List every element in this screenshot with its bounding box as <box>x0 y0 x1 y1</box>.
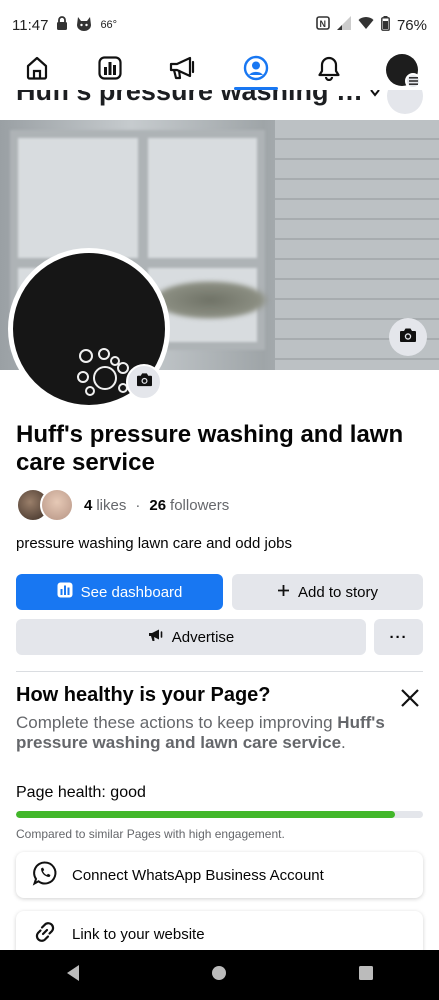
whatsapp-icon <box>32 860 58 890</box>
health-desc-prefix: Complete these actions to keep improving <box>16 713 338 732</box>
bubble-shape <box>117 362 129 374</box>
top-nav <box>0 50 439 90</box>
close-icon <box>401 688 419 712</box>
home-button-icon[interactable] <box>211 965 227 986</box>
followers-label[interactable]: followers <box>170 497 229 514</box>
battery-icon <box>381 15 390 35</box>
cat-icon <box>76 16 92 35</box>
bubble-shape <box>93 366 117 390</box>
health-desc-suffix: . <box>341 733 346 752</box>
edit-cover-button[interactable] <box>389 318 427 356</box>
bubble-shape <box>79 349 93 363</box>
back-icon[interactable] <box>65 964 81 987</box>
insights-icon <box>97 55 123 86</box>
status-bar: 11:47 66° N 76% <box>0 0 439 50</box>
avatar <box>386 54 422 89</box>
page-title: Huff's pressure washing and lawn care se… <box>16 421 404 476</box>
nav-home[interactable] <box>9 50 65 90</box>
wifi-icon <box>358 16 374 34</box>
health-description: Complete these actions to keep improving… <box>16 713 416 753</box>
battery-percent: 76% <box>396 16 427 34</box>
advertise-button[interactable]: Advertise <box>16 619 366 655</box>
link-website-label: Link to your website <box>72 925 205 943</box>
sticky-avatar[interactable] <box>387 90 423 114</box>
add-to-story-button[interactable]: Add to story <box>232 574 423 610</box>
status-left: 11:47 66° <box>12 16 117 35</box>
health-progress-fill <box>16 811 395 818</box>
bubble-shape <box>85 386 95 396</box>
menu-icon <box>405 73 422 89</box>
camera-icon <box>399 327 417 348</box>
plus-icon <box>277 584 290 601</box>
bubble-shape <box>98 348 110 360</box>
see-dashboard-button[interactable]: See dashboard <box>16 574 223 610</box>
nav-ads[interactable] <box>155 50 211 90</box>
profile-icon <box>243 55 269 86</box>
nav-notifications[interactable] <box>301 50 357 90</box>
more-icon: ··· <box>389 628 408 646</box>
camera-icon <box>136 372 153 392</box>
status-temperature: 66° <box>100 19 118 31</box>
page-bio: pressure washing lawn care and odd jobs <box>16 535 292 552</box>
see-dashboard-label: See dashboard <box>80 583 183 601</box>
status-time: 11:47 <box>12 16 49 34</box>
home-icon <box>24 55 50 86</box>
likes-label[interactable]: likes <box>96 497 126 514</box>
lock-icon <box>56 16 68 34</box>
link-icon <box>32 919 58 949</box>
health-progress-bar <box>16 811 423 818</box>
connect-whatsapp-card[interactable]: Connect WhatsApp Business Account <box>16 852 423 898</box>
megaphone-icon <box>148 628 164 646</box>
liker-avatars[interactable] <box>16 488 74 522</box>
advertise-label: Advertise <box>171 628 235 646</box>
bubble-shape <box>77 371 89 383</box>
divider <box>16 671 423 672</box>
system-nav-bar <box>0 950 439 1000</box>
chevron-down-icon[interactable] <box>370 90 380 102</box>
close-button[interactable] <box>398 688 422 712</box>
health-status: Page health: good <box>16 784 146 801</box>
dashboard-icon <box>57 582 73 602</box>
signal-icon <box>336 16 351 34</box>
sticky-header: Huff's pressure washing an... <box>0 90 439 120</box>
connect-whatsapp-label: Connect WhatsApp Business Account <box>72 866 324 884</box>
sticky-page-title: Huff's pressure washing an... <box>16 90 376 106</box>
followers-count[interactable]: 26 <box>149 497 166 514</box>
status-right: N 76% <box>316 15 427 35</box>
recents-icon[interactable] <box>358 965 374 986</box>
add-to-story-label: Add to story <box>297 583 379 601</box>
nav-menu[interactable] <box>374 50 430 90</box>
more-options-button[interactable]: ··· <box>374 619 423 655</box>
nav-profile[interactable] <box>228 50 284 90</box>
likes-count[interactable]: 4 <box>84 497 92 514</box>
svg-text:N: N <box>319 19 326 29</box>
edit-profile-picture-button[interactable] <box>126 364 162 400</box>
nfc-icon: N <box>316 16 330 34</box>
health-title: How healthy is your Page? <box>16 684 271 706</box>
avatar <box>40 488 74 522</box>
megaphone-icon <box>168 55 198 86</box>
health-compare-text: Compared to similar Pages with high enga… <box>16 827 285 841</box>
page-stats: 4 likes · 26 followers <box>16 488 229 522</box>
nav-insights[interactable] <box>82 50 138 90</box>
stat-separator: · <box>135 496 141 514</box>
bell-icon <box>316 55 342 86</box>
